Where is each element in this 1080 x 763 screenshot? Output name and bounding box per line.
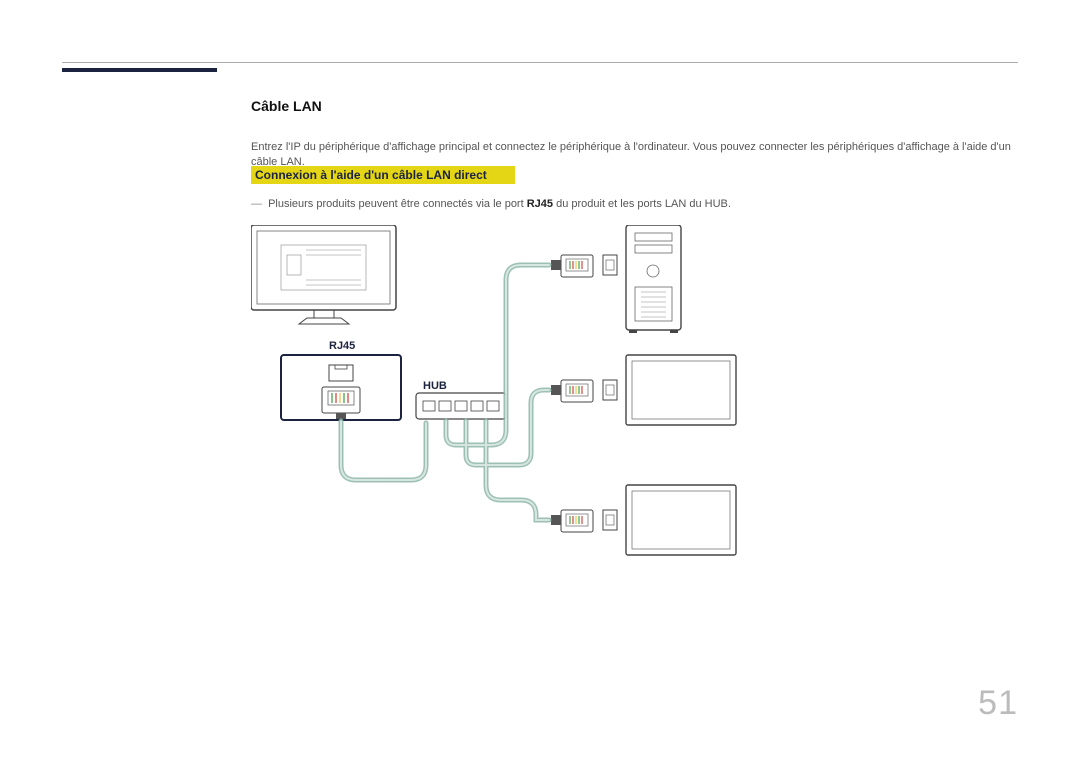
display-2-icon: [626, 355, 736, 425]
socket-3: [603, 510, 617, 530]
rj45-connector-2: [551, 380, 593, 402]
rj45-connector-1: [551, 255, 593, 277]
note-bold-port: RJ45: [527, 198, 553, 210]
monitor-icon: [251, 225, 396, 324]
pc-tower-icon: [626, 225, 681, 333]
note-dash-icon: ―: [251, 198, 265, 210]
hub-icon: [416, 393, 506, 419]
section-title: Câble LAN: [251, 98, 322, 114]
display-3-icon: [626, 485, 736, 555]
note-suffix: du produit et les ports LAN du HUB.: [553, 198, 731, 210]
hub-label: HUB: [423, 380, 447, 392]
rj45-label: RJ45: [329, 340, 355, 352]
page-number: 51: [978, 684, 1018, 723]
rj45-connector-3: [551, 510, 593, 532]
note-line: ― Plusieurs produits peuvent être connec…: [251, 198, 731, 210]
subsection-heading: Connexion à l'aide d'un câble LAN direct: [251, 166, 515, 184]
socket-1: [603, 255, 617, 275]
page-top-divider: [62, 62, 1018, 63]
page-top-accent: [62, 68, 217, 72]
note-prefix: Plusieurs produits peuvent être connecté…: [268, 198, 527, 210]
socket-2: [603, 380, 617, 400]
connection-diagram: RJ45 HUB: [251, 225, 771, 605]
rj45-port-box: [281, 355, 401, 420]
